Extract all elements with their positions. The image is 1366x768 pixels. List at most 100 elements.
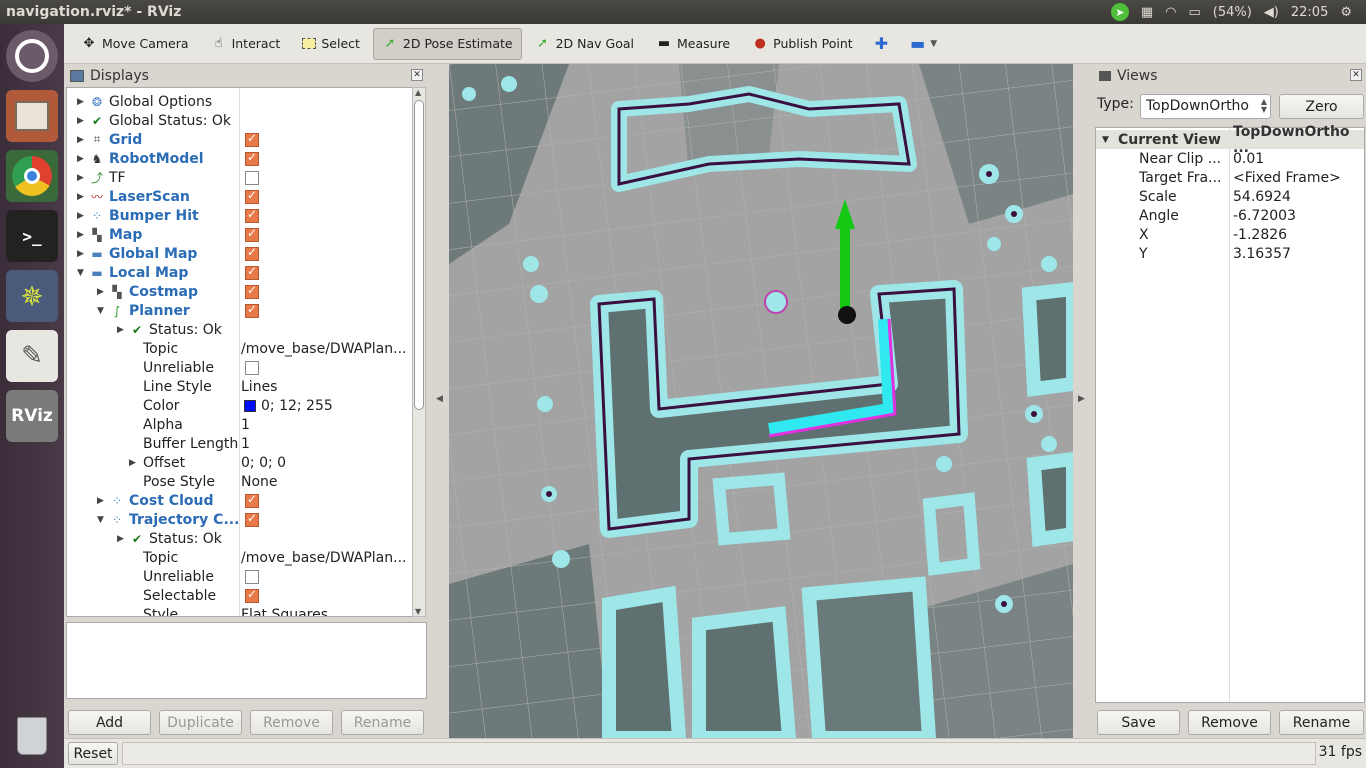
- enabled-checkbox[interactable]: [245, 302, 259, 318]
- rviz-icon[interactable]: RViz: [6, 390, 58, 442]
- expand-down-icon[interactable]: ▼: [1102, 135, 1109, 145]
- zero-button[interactable]: Zero: [1279, 94, 1364, 119]
- reset-button[interactable]: Reset: [68, 742, 118, 765]
- settings-gear-icon[interactable]: ⚙: [1340, 5, 1352, 20]
- enabled-checkbox[interactable]: [245, 492, 259, 508]
- expand-right-icon[interactable]: ▶: [77, 154, 84, 164]
- select-tool[interactable]: Select: [293, 28, 369, 60]
- view-property-row[interactable]: Y 3.16357: [1096, 244, 1364, 263]
- view-property-row[interactable]: Near Clip ... 0.01: [1096, 149, 1364, 168]
- map-render[interactable]: [449, 64, 1073, 738]
- expand-down-icon[interactable]: ▼: [77, 268, 84, 278]
- display-row[interactable]: ▶ ✔ Global Status: Ok: [67, 111, 412, 130]
- terminal-icon[interactable]: >_: [6, 210, 58, 262]
- expand-right-icon[interactable]: ▶: [129, 458, 136, 468]
- display-row[interactable]: ▶ ⌗ Grid: [67, 130, 412, 149]
- expand-right-icon[interactable]: ▶: [97, 496, 104, 506]
- expand-right-icon[interactable]: ▶: [77, 230, 84, 240]
- wifi-icon[interactable]: ◠: [1165, 5, 1176, 20]
- expand-right-icon[interactable]: ▶: [77, 192, 84, 202]
- text-editor-icon[interactable]: ✎: [6, 330, 58, 382]
- enabled-checkbox[interactable]: [245, 226, 259, 242]
- display-row-value[interactable]: 1: [241, 436, 250, 452]
- add-button[interactable]: Add: [68, 710, 151, 735]
- rename-button[interactable]: Rename: [341, 710, 424, 735]
- expand-right-icon[interactable]: ▶: [77, 116, 84, 126]
- views-rename-button[interactable]: Rename: [1279, 710, 1364, 735]
- display-row[interactable]: ▶ ✔ Status: Ok: [67, 529, 412, 548]
- display-row[interactable]: Topic/move_base/DWAPlan...: [67, 548, 412, 567]
- enabled-checkbox[interactable]: [245, 207, 259, 223]
- view-property-value[interactable]: 0.01: [1233, 151, 1264, 167]
- chrome-icon[interactable]: [6, 150, 58, 202]
- measure-tool[interactable]: ▬ Measure: [647, 28, 739, 60]
- scroll-up-icon[interactable]: ▲: [415, 88, 421, 97]
- ros-app-icon[interactable]: ✵: [6, 270, 58, 322]
- display-row[interactable]: ▶ ▚ Costmap: [67, 282, 412, 301]
- display-row-value[interactable]: 0; 12; 255: [261, 398, 333, 414]
- close-icon[interactable]: ✕: [1350, 69, 1362, 81]
- display-row[interactable]: Color 0; 12; 255: [67, 396, 412, 415]
- enabled-checkbox[interactable]: [245, 511, 259, 527]
- expand-right-icon[interactable]: ▶: [77, 173, 84, 183]
- display-row[interactable]: ▼ ▬ Local Map: [67, 263, 412, 282]
- scroll-down-icon[interactable]: ▼: [415, 607, 421, 616]
- view-property-value[interactable]: -1.2826: [1233, 227, 1287, 243]
- display-row[interactable]: Line Style Lines: [67, 377, 412, 396]
- expand-right-icon[interactable]: ▶: [117, 325, 124, 335]
- expand-right-icon[interactable]: ▶: [97, 287, 104, 297]
- view-property-value[interactable]: -6.72003: [1233, 208, 1296, 224]
- display-row[interactable]: ▶ Offset 0; 0; 0: [67, 453, 412, 472]
- expand-right-icon[interactable]: ▶: [77, 135, 84, 145]
- collapse-right-icon[interactable]: ▶: [1078, 394, 1085, 404]
- ubuntu-logo-icon[interactable]: [6, 30, 58, 82]
- pose-estimate-tool[interactable]: ➚ 2D Pose Estimate: [372, 27, 522, 60]
- expand-right-icon[interactable]: ▶: [77, 249, 84, 259]
- collapse-left-icon[interactable]: ◀: [436, 394, 443, 404]
- display-row[interactable]: Buffer Length 1: [67, 434, 412, 453]
- enabled-checkbox[interactable]: [245, 360, 259, 375]
- display-row-value[interactable]: /move_base/DWAPlan...: [241, 341, 406, 357]
- move-camera-tool[interactable]: ✥ Move Camera: [72, 28, 198, 60]
- display-row-value[interactable]: Flat Squares: [241, 607, 328, 617]
- enabled-checkbox[interactable]: [245, 569, 259, 584]
- enabled-checkbox[interactable]: [245, 245, 259, 261]
- enabled-checkbox[interactable]: [245, 587, 259, 603]
- battery-icon[interactable]: ▭: [1188, 5, 1200, 20]
- enabled-checkbox[interactable]: [245, 283, 259, 299]
- add-tool-button[interactable]: ✚: [866, 28, 897, 60]
- display-row[interactable]: Unreliable: [67, 567, 412, 586]
- view-property-row[interactable]: Angle -6.72003: [1096, 206, 1364, 225]
- display-row[interactable]: ▶ ⁘ Cost Cloud: [67, 491, 412, 510]
- enabled-checkbox[interactable]: [245, 131, 259, 147]
- display-row[interactable]: ▶ ⤴ TF: [67, 168, 412, 187]
- expand-down-icon[interactable]: ▼: [97, 306, 104, 316]
- views-save-button[interactable]: Save: [1097, 710, 1180, 735]
- expand-right-icon[interactable]: ▶: [117, 534, 124, 544]
- enabled-checkbox[interactable]: [245, 150, 259, 166]
- display-row[interactable]: Topic/move_base/DWAPlan...: [67, 339, 412, 358]
- keyboard-icon[interactable]: ▦: [1141, 5, 1153, 20]
- nav-goal-tool[interactable]: ➚ 2D Nav Goal: [526, 28, 643, 60]
- displays-scrollbar[interactable]: ▲ ▼: [412, 87, 426, 617]
- enabled-checkbox[interactable]: [245, 170, 259, 185]
- view-property-value[interactable]: 3.16357: [1233, 246, 1291, 262]
- expand-right-icon[interactable]: ▶: [77, 97, 84, 107]
- display-row-value[interactable]: None: [241, 474, 278, 490]
- display-row[interactable]: Selectable: [67, 586, 412, 605]
- clock[interactable]: 22:05: [1291, 5, 1328, 20]
- trash-icon[interactable]: [6, 710, 58, 762]
- display-row[interactable]: ▼ ∫ Planner: [67, 301, 412, 320]
- close-icon[interactable]: ✕: [411, 69, 423, 81]
- display-row[interactable]: Unreliable: [67, 358, 412, 377]
- duplicate-button[interactable]: Duplicate: [159, 710, 242, 735]
- display-row[interactable]: ▶ ♞ RobotModel: [67, 149, 412, 168]
- display-row[interactable]: ▶ ✔ Status: Ok: [67, 320, 412, 339]
- display-row-value[interactable]: /move_base/DWAPlan...: [241, 550, 406, 566]
- enabled-checkbox[interactable]: [245, 264, 259, 280]
- remove-tool-button[interactable]: ▬ ▼: [901, 28, 946, 60]
- current-view-row[interactable]: ▼ Current View TopDownOrtho ...: [1096, 124, 1364, 156]
- display-row[interactable]: ▼ ⁘ Trajectory C...: [67, 510, 412, 529]
- volume-icon[interactable]: ◀): [1264, 5, 1279, 20]
- view-property-row[interactable]: Target Fra... <Fixed Frame>: [1096, 168, 1364, 187]
